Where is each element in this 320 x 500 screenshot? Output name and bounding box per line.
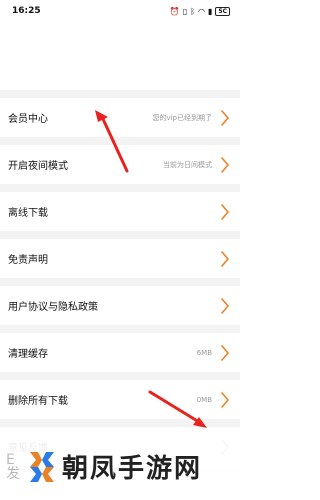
- settings-row-label: 用户协议与隐私政策: [8, 302, 98, 313]
- signal-icon: ▮: [208, 6, 213, 16]
- watermark-partial-text: E 发: [6, 451, 20, 482]
- status-icons: ⏰ ▯ ᛒ ◠ ▮ 5C: [169, 6, 230, 16]
- chevron-right-icon: [221, 297, 229, 314]
- status-time: 16:25: [12, 6, 41, 16]
- chevron-right-icon: [221, 391, 229, 408]
- settings-row-label: 删除所有下载: [8, 396, 68, 407]
- chevron-right-icon: [221, 203, 229, 220]
- settings-row-value: 0MB: [196, 395, 212, 404]
- chevron-right-icon: [221, 250, 229, 267]
- settings-row-value: 当前为日间模式: [163, 160, 212, 169]
- settings-row[interactable]: 清理缓存 6MB: [0, 333, 240, 372]
- status-bar: 16:25 ⏰ ▯ ᛒ ◠ ▮ 5C: [0, 0, 240, 22]
- chevron-right-icon: [221, 344, 229, 361]
- settings-list: 会员中心 您的vip已经到期了开启夜间模式 当前为日间模式离线下载免责声明用户协议与…: [0, 90, 240, 474]
- settings-row-label: 会员中心: [8, 114, 48, 125]
- settings-row-value: 6MB: [196, 348, 212, 357]
- watermark-logo-icon: [30, 451, 54, 482]
- bluetooth-icon: ᛒ: [190, 6, 196, 16]
- battery-icon: 5C: [215, 6, 230, 16]
- settings-row[interactable]: 免责声明: [0, 239, 240, 278]
- settings-row[interactable]: 删除所有下载 0MB: [0, 380, 240, 419]
- settings-row[interactable]: 用户协议与隐私政策: [0, 286, 240, 325]
- wifi-icon: ◠: [198, 6, 206, 16]
- chevron-right-icon: [221, 156, 229, 173]
- alarm-icon: ⏰: [169, 6, 180, 16]
- settings-row-label: 开启夜间模式: [8, 161, 68, 172]
- watermark-text: 朝凤手游网: [62, 454, 203, 484]
- settings-row-label: 免责声明: [8, 255, 48, 266]
- settings-row[interactable]: 开启夜间模式 当前为日间模式: [0, 145, 240, 184]
- mute-icon: ▯: [182, 6, 188, 16]
- settings-row-value: 您的vip已经到期了: [152, 113, 212, 122]
- chevron-right-icon: [221, 109, 229, 126]
- settings-row[interactable]: 离线下载: [0, 192, 240, 231]
- settings-row[interactable]: 会员中心 您的vip已经到期了: [0, 98, 240, 137]
- settings-row-label: 离线下载: [8, 208, 48, 219]
- settings-row-label: 清理缓存: [8, 349, 48, 360]
- watermark: E 发 朝凤手游网: [0, 433, 240, 500]
